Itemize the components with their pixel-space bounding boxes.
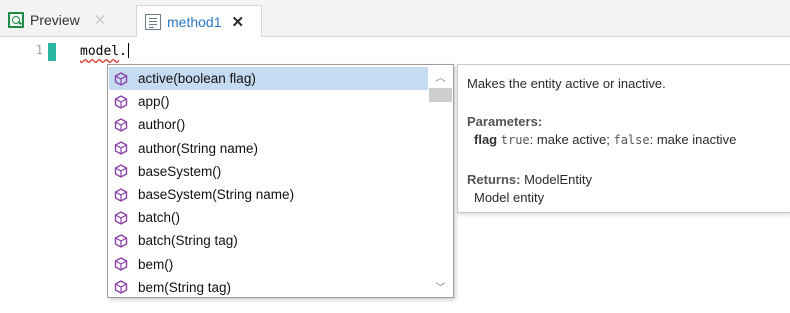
cube-icon — [114, 257, 128, 271]
close-icon[interactable]: ✕ — [231, 13, 244, 31]
completion-item-label: bem(String tag) — [138, 279, 232, 295]
cube-icon — [114, 210, 128, 225]
cube-icon — [114, 234, 128, 248]
cube-icon — [114, 187, 128, 202]
completion-item[interactable]: baseSystem() — [109, 160, 428, 183]
doc-false-text: : make inactive — [649, 132, 737, 147]
tab-method1-label: method1 — [167, 13, 222, 30]
completion-item-label: bem() — [138, 256, 174, 272]
doc-returns-desc: Model entity — [474, 190, 545, 205]
cube-icon — [114, 118, 128, 132]
method-file-icon — [145, 13, 161, 30]
doc-param-line: flag true: make active; false: make inac… — [474, 132, 736, 147]
completion-item-label: baseSystem() — [138, 163, 222, 179]
doc-parameters-heading: Parameters: — [467, 114, 543, 129]
completion-item-label: baseSystem(String name) — [138, 187, 295, 202]
change-marker — [48, 43, 56, 61]
completion-item[interactable]: baseSystem(String name) — [109, 183, 428, 206]
cube-icon — [114, 71, 128, 86]
editor-tab-bar: Preview ✕ method1 ✕ — [0, 0, 790, 37]
doc-returns: Returns: ModelEntity — [467, 172, 592, 187]
completion-item[interactable]: author() — [109, 113, 428, 136]
scroll-up-icon[interactable]: ︿ — [429, 68, 452, 84]
completion-item-label: active(boolean flag) — [138, 71, 256, 86]
scroll-down-icon[interactable]: ﹀ — [429, 278, 452, 294]
completion-item-label: author(String name) — [138, 140, 259, 156]
documentation-tooltip: Makes the entity active or inactive. Par… — [457, 64, 790, 213]
line-number: 1 — [35, 43, 43, 57]
completion-item-label: batch() — [138, 210, 181, 226]
code-dot-token: . — [119, 44, 127, 59]
doc-param-name: flag — [474, 132, 498, 147]
cube-icon — [114, 94, 128, 109]
doc-returns-heading: Returns: — [467, 172, 521, 187]
doc-returns-type: ModelEntity — [524, 172, 592, 187]
completion-item-label: batch(String tag) — [138, 233, 238, 249]
tab-preview[interactable]: Preview ✕ — [4, 5, 106, 35]
code-line[interactable]: model. — [80, 43, 129, 59]
doc-true-code: true — [500, 133, 530, 147]
completion-item-label: app() — [138, 94, 170, 110]
completion-item[interactable]: bem() — [109, 253, 428, 276]
completion-popup[interactable]: active(boolean flag) app() author() author(… — [107, 64, 454, 298]
cube-icon — [114, 164, 128, 179]
completion-item[interactable]: app() — [109, 90, 428, 113]
completion-scrollbar[interactable]: ︿ ﹀ — [429, 66, 452, 296]
doc-true-text: : make active; — [529, 132, 614, 147]
completion-item[interactable]: batch(String tag) — [109, 229, 428, 252]
tab-method1[interactable]: method1 ✕ — [136, 5, 262, 37]
doc-summary: Makes the entity active or inactive. — [467, 76, 666, 91]
tab-preview-label: Preview — [30, 12, 80, 28]
completion-item[interactable]: batch() — [109, 206, 428, 229]
preview-icon — [8, 12, 24, 28]
doc-false-code: false — [613, 133, 650, 147]
completion-item-label: author() — [138, 117, 186, 133]
close-icon[interactable]: ✕ — [94, 11, 107, 29]
cube-icon — [114, 280, 128, 295]
completion-item[interactable]: author(String name) — [109, 137, 428, 160]
code-object-token: model — [80, 44, 120, 59]
text-caret — [127, 43, 129, 58]
completion-item[interactable]: bem(String tag) — [109, 276, 428, 299]
completion-item[interactable]: active(boolean flag) — [109, 67, 428, 90]
scroll-thumb[interactable] — [429, 88, 452, 102]
cube-icon — [114, 141, 128, 155]
